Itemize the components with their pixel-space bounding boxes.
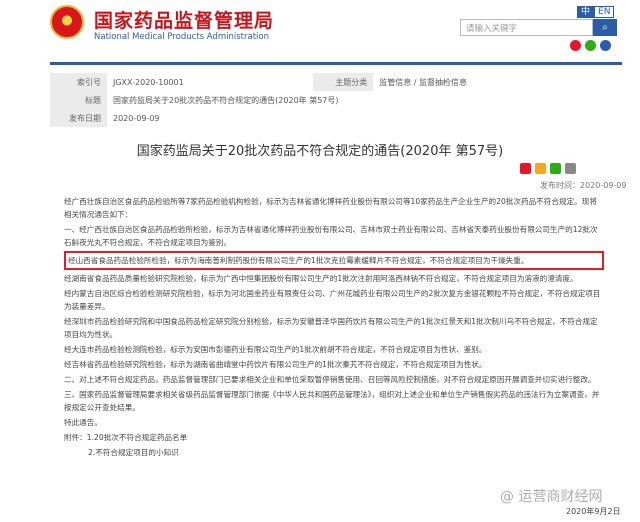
share-qzone-icon[interactable] bbox=[535, 163, 546, 174]
site-title[interactable]: 国家药品监督管理局 bbox=[94, 6, 274, 33]
sign-date: 2020年9月2日 bbox=[566, 507, 621, 516]
paragraph: 一、经广西壮族自治区食品药品检验所检验，标示为吉林省通化博祥药业股份有限公司、吉… bbox=[64, 225, 598, 247]
header-divider bbox=[50, 62, 622, 65]
lang-en-button[interactable]: EN bbox=[594, 6, 615, 18]
title-value: 国家药监局关于20批次药品不符合规定的通告(2020年 第57号) bbox=[113, 95, 339, 105]
lang-zh-button[interactable]: 中 bbox=[577, 6, 595, 18]
paragraph: 经内蒙古自治区综合检验检测研究院检验，标示为河北国金药业有限责任公司、广州花城药… bbox=[64, 289, 601, 311]
national-emblem-icon bbox=[50, 5, 84, 39]
site-header: 国家药品监督管理局 National Medical Products Admi… bbox=[0, 0, 640, 60]
share-wechat-icon[interactable] bbox=[550, 163, 561, 174]
print-icon[interactable] bbox=[565, 163, 576, 174]
page-title: 国家药监局关于20批次药品不符合规定的通告(2020年 第57号) bbox=[136, 144, 504, 159]
publish-time: 发布时间：2020-09-09 bbox=[540, 181, 627, 190]
attachment-link[interactable]: 附件：1.20批次不符合规定药品名单 bbox=[64, 431, 604, 444]
paragraph: 经广西壮族自治区食品药品检验所等7家药品检验机构检验，标示为吉林省通化博祥药业股… bbox=[64, 197, 597, 219]
watermark: @ 运营商财经网 bbox=[500, 489, 603, 505]
paragraph: 特此通告。 bbox=[64, 418, 102, 427]
article-body: 经广西壮族自治区食品药品检验所等7家药品检验机构检验，标示为吉林省通化博祥药业股… bbox=[64, 195, 604, 461]
article-meta-table: 索引号 JGXX-2020-10001 主题分类 监管信息 / 监督抽检信息 标… bbox=[50, 73, 622, 127]
search-icon[interactable]: ⌕ bbox=[593, 19, 617, 36]
paragraph: 经深圳市药品检验研究院和中国食品药品检定研究院分别检验，标示为安徽普泽华国药饮片… bbox=[64, 317, 598, 339]
date-label: 发布日期 bbox=[50, 109, 107, 127]
paragraph: 三、国家药品监督管理局要求相关省级药品监督管理部门依据《中华人民共和国药品管理法… bbox=[64, 390, 600, 412]
attachment-link[interactable]: 2.不符合规定项目的小知识 bbox=[64, 446, 604, 459]
highlighted-paragraph: 经山西省食品药品检验所检验，标示为海南普利制药股份有限公司生产的1批次克拉霉素缓… bbox=[64, 251, 604, 270]
app-icon[interactable] bbox=[600, 40, 611, 51]
social-share-bar bbox=[570, 40, 611, 51]
category-label: 主题分类 bbox=[313, 73, 374, 91]
date-value: 2020-09-09 bbox=[113, 113, 160, 123]
site-title-en: National Medical Products Administration bbox=[94, 32, 269, 42]
paragraph: 二、对上述不符合规定药品，药品监督管理部门已要求相关企业和单位采取暂停销售使用、… bbox=[64, 375, 596, 384]
paragraph: 经大连市药品检验检测院检验，标示为安国市彭德药业有限公司生产的1批次前胡不符合规… bbox=[64, 345, 487, 354]
search-input[interactable]: 请输入关键字 bbox=[460, 19, 593, 36]
share-tools bbox=[520, 163, 576, 174]
share-weibo-icon[interactable] bbox=[520, 163, 531, 174]
paragraph: 经湖南省食品药品质量检验研究院检验，标示为广西中恒集团股份有限公司生产的1批次注… bbox=[64, 274, 578, 283]
index-label: 索引号 bbox=[50, 73, 107, 91]
index-value: JGXX-2020-10001 bbox=[113, 77, 184, 87]
language-switch: 中 EN bbox=[577, 4, 615, 18]
category-value: 监管信息 / 监督抽检信息 bbox=[379, 77, 467, 87]
title-label: 标题 bbox=[50, 91, 107, 109]
weibo-icon[interactable] bbox=[570, 40, 581, 51]
paragraph: 经吉林省药品检验研究院检验，标示为湖南省曲靖堂中药饮片有限公司生产的1批次秦艽不… bbox=[64, 360, 487, 369]
wechat-icon[interactable] bbox=[585, 40, 596, 51]
